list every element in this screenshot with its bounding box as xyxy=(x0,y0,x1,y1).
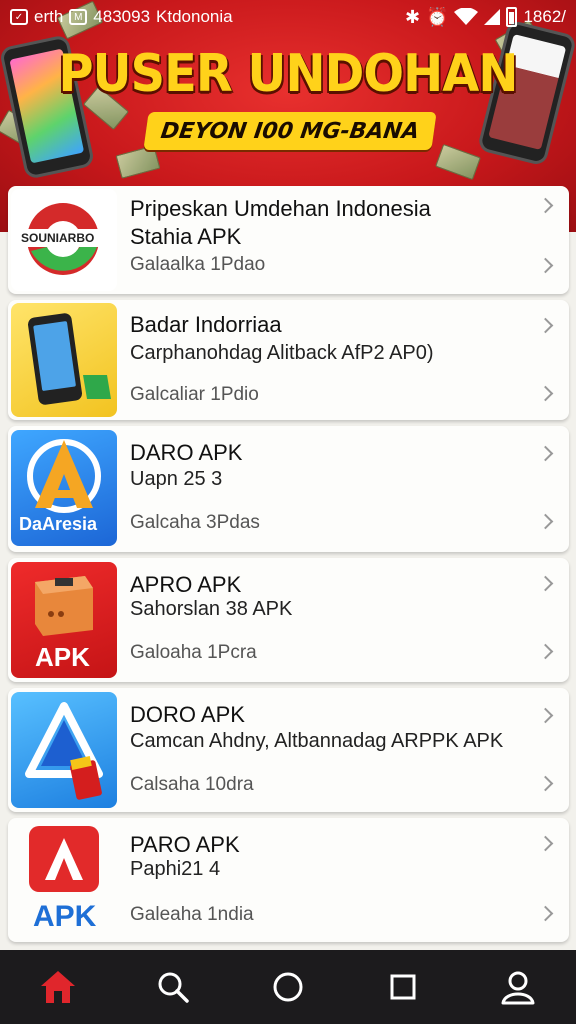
chevron-right-icon xyxy=(537,385,554,402)
app-title: APRO APK xyxy=(130,572,242,597)
app-meta: Galeaha 1ndia xyxy=(130,904,254,925)
list-item[interactable]: Badar Indorriaa Carphanohdag Alitback Af… xyxy=(8,300,569,420)
chevron-right-icon xyxy=(537,257,554,274)
chevron-right-icon xyxy=(537,575,554,592)
chevron-right-icon xyxy=(537,775,554,792)
nav-recents-button[interactable] xyxy=(375,959,431,1015)
app-subtitle: Carphanohdag Alitback AfP2 AP0) xyxy=(130,342,434,364)
app-meta: Galcaliar 1Pdio xyxy=(130,384,259,405)
app-meta: Galcaha 3Pdas xyxy=(130,512,260,533)
banner-subtitle: DEYON I00 MG-BANA xyxy=(159,118,421,144)
app-subtitle: Paphi21 4 xyxy=(130,858,221,880)
bottom-nav xyxy=(0,950,576,1024)
app-icon: SOUNIARBO xyxy=(11,189,117,291)
app-subtitle: Camcan Ahdny, Altbannadag ARPPK APK xyxy=(130,730,504,752)
chevron-right-icon xyxy=(537,197,554,214)
shield-icon: ✓ xyxy=(10,9,28,25)
app-title: DORO APK xyxy=(130,702,245,727)
money-decoration xyxy=(435,143,481,181)
chevron-right-icon xyxy=(537,445,554,462)
app-icon: APK xyxy=(11,822,117,938)
app-subtitle: Uapn 25 3 xyxy=(130,468,223,490)
app-meta: Calsaha 10dra xyxy=(130,774,254,795)
list-item[interactable]: DORO APK Camcan Ahdny, Altbannadag ARPPK… xyxy=(8,688,569,812)
chevron-right-icon xyxy=(537,317,554,334)
square-recents-icon xyxy=(390,974,416,1000)
battery-icon xyxy=(506,7,518,27)
app-icon xyxy=(11,303,117,417)
profile-icon xyxy=(501,971,535,1005)
nav-home-button[interactable] xyxy=(30,959,86,1015)
status-bar: ✓ erth M 483093 Ktdononia ✱ ⏰ 1862/ xyxy=(0,0,576,34)
banner-title: PUSER UNDOHAN xyxy=(58,44,519,104)
bluetooth-icon: ✱ xyxy=(404,6,421,27)
chevron-right-icon xyxy=(537,643,554,660)
nav-profile-button[interactable] xyxy=(490,959,546,1015)
status-time: 1862/ xyxy=(523,7,566,26)
app-meta: Galaalka 1Pdao xyxy=(130,254,266,275)
app-icon-label: SOUNIARBO xyxy=(21,231,95,245)
dual-sim-icon: M xyxy=(69,9,88,25)
app-icon-label: APK xyxy=(35,642,90,672)
alarm-icon: ⏰ xyxy=(426,6,449,27)
chevron-right-icon xyxy=(537,835,554,852)
status-text-1: erth xyxy=(34,7,64,26)
app-title: Badar Indorriaa xyxy=(130,312,282,337)
chevron-right-icon xyxy=(537,707,554,724)
list-item[interactable]: DaAresia DARO APK Uapn 25 3 Galcaha 3Pda… xyxy=(8,426,569,552)
app-icon: DaAresia xyxy=(11,430,117,546)
app-icon-label: DaAresia xyxy=(19,514,98,534)
nav-search-button[interactable] xyxy=(145,959,201,1015)
app-title: PARO APK xyxy=(130,832,240,857)
list-item[interactable]: APK APRO APK Sahorslan 38 APK Galoaha 1P… xyxy=(8,558,569,682)
app-title: Pripeskan Umdehan Indonesia xyxy=(130,196,431,221)
circle-home-icon xyxy=(273,972,303,1002)
money-decoration xyxy=(115,145,161,179)
list-item[interactable]: SOUNIARBO Pripeskan Umdehan Indonesia St… xyxy=(8,186,569,294)
home-icon xyxy=(40,971,75,1003)
app-icon-label: APK xyxy=(33,900,97,933)
nav-system-home-button[interactable] xyxy=(260,959,316,1015)
wifi-icon xyxy=(454,8,479,25)
list-item[interactable]: APK PARO APK Paphi21 4 Galeaha 1ndia xyxy=(8,818,569,942)
status-text-2: 483093 xyxy=(93,7,151,26)
search-icon xyxy=(158,972,189,1003)
banner-subtitle-badge: DEYON I00 MG-BANA xyxy=(143,112,437,150)
app-icon xyxy=(11,692,117,808)
chevron-right-icon xyxy=(537,513,554,530)
app-subtitle: Stahia APK xyxy=(130,224,242,249)
signal-icon xyxy=(484,9,501,25)
app-subtitle: Sahorslan 38 APK xyxy=(130,598,293,620)
chevron-right-icon xyxy=(537,905,554,922)
status-text-3: Ktdononia xyxy=(156,7,233,26)
app-meta: Galoaha 1Pcra xyxy=(130,642,257,663)
app-icon: APK xyxy=(11,562,117,678)
app-title: DARO APK xyxy=(130,440,243,465)
